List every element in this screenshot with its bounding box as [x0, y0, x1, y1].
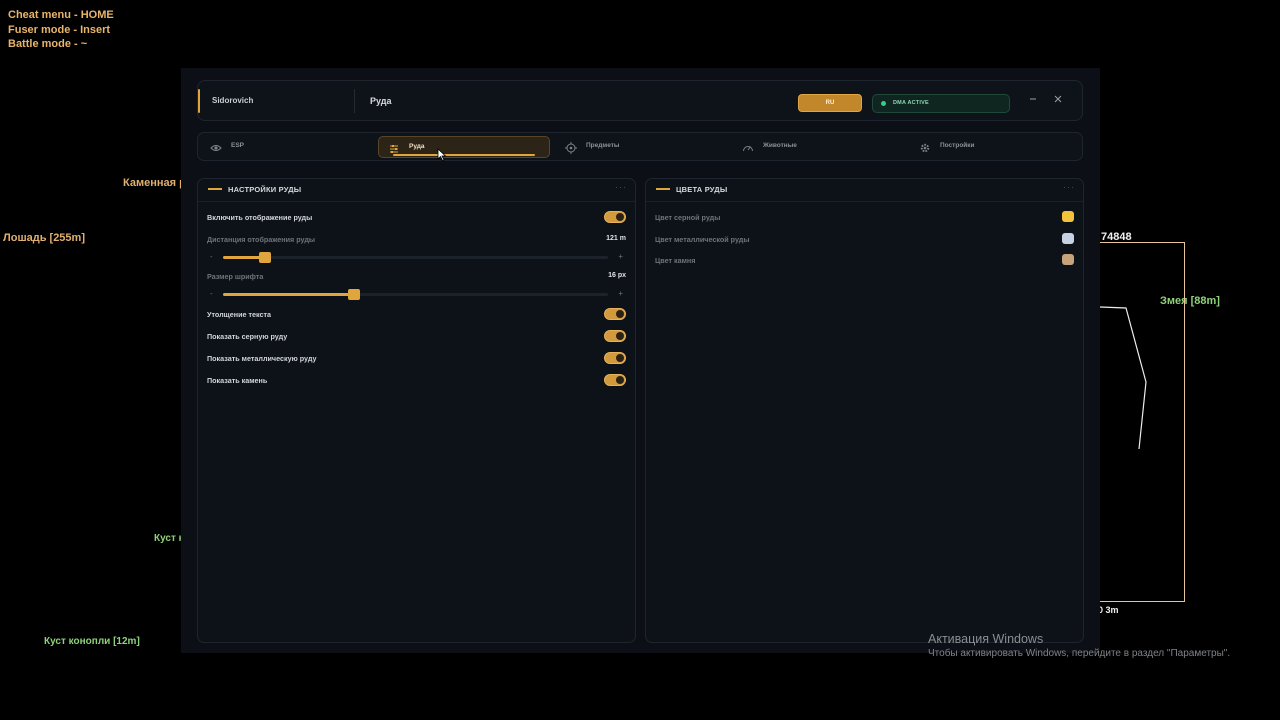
language-button[interactable]: RU: [798, 94, 862, 112]
stone-color-swatch[interactable]: [1062, 254, 1074, 265]
setting-label: Включить отображение руды: [207, 213, 313, 222]
tab-esp[interactable]: ESP: [201, 136, 373, 158]
dma-status-badge: DMA ACTIVE: [872, 94, 1010, 113]
decrease-button[interactable]: -: [210, 289, 213, 299]
hotkey-battle-mode: Battle mode - ~: [8, 38, 88, 50]
toggle-knob: [616, 354, 624, 362]
setting-row-stone: Показать камень: [207, 374, 626, 388]
esp-hemp-label: Куст конопли [12m]: [44, 636, 140, 647]
color-label: Цвет серной руды: [655, 213, 721, 222]
close-icon[interactable]: [1050, 91, 1066, 111]
card-header: НАСТРОЙКИ РУДЫ ···: [198, 179, 635, 202]
title-accent: [656, 188, 670, 190]
increase-button[interactable]: +: [618, 252, 623, 262]
setting-row-enable: Включить отображение руды: [207, 211, 626, 225]
setting-label: Показать металлическую руду: [207, 354, 317, 363]
windows-activation-text: Чтобы активировать Windows, перейдите в …: [928, 648, 1231, 659]
setting-row-distance: Дистанция отображения руды 121 m: [207, 233, 626, 247]
tab-ore[interactable]: Руда: [378, 136, 550, 158]
gear-icon: [919, 141, 931, 153]
status-dot-icon: [881, 101, 886, 106]
toggle-knob: [616, 332, 624, 340]
increase-button[interactable]: +: [618, 289, 623, 299]
username: Sidorovich: [212, 96, 254, 105]
sulfur-ore-toggle[interactable]: [604, 330, 626, 342]
mouse-cursor-icon: [437, 148, 447, 162]
setting-row-bold: Утолщение текста: [207, 308, 626, 322]
windows-activation-title: Активация Windows: [928, 632, 1044, 646]
more-icon[interactable]: ···: [615, 182, 627, 192]
slider-track[interactable]: [223, 252, 608, 263]
distance-value: 121 m: [606, 235, 626, 242]
toggle-knob: [616, 310, 624, 318]
tab-label: Постройки: [940, 142, 975, 149]
stone-toggle[interactable]: [604, 374, 626, 386]
color-row-stone: Цвет камня: [655, 254, 1074, 268]
tab-buildings[interactable]: Постройки: [910, 136, 1082, 158]
header-accent: [198, 89, 200, 113]
esp-stone-label: Каменная р: [123, 177, 186, 189]
header-divider: [354, 89, 355, 113]
card-header: ЦВЕТА РУДЫ ···: [646, 179, 1083, 202]
tab-bar: ESP Руда Предметы Животные Постройки: [197, 132, 1083, 161]
esp-horse-label: Лошадь [255m]: [3, 232, 85, 244]
tab-label: Предметы: [586, 142, 620, 149]
tab-items[interactable]: Предметы: [556, 136, 728, 158]
enable-ore-toggle[interactable]: [604, 211, 626, 223]
setting-label: Утолщение текста: [207, 310, 272, 319]
decrease-button[interactable]: -: [210, 252, 213, 262]
sulfur-color-swatch[interactable]: [1062, 211, 1074, 222]
setting-row-font-size: Размер шрифта 16 px: [207, 270, 626, 284]
page-title: Руда: [370, 96, 392, 106]
cheat-panel: Sidorovich Руда RU DMA ACTIVE ESP Руда П…: [181, 68, 1100, 653]
slider-thumb[interactable]: [259, 252, 272, 263]
active-tab-indicator: [393, 154, 535, 156]
hotkey-fuser-mode: Fuser mode - Insert: [8, 23, 111, 36]
toggle-knob: [616, 376, 624, 384]
slider-fill: [223, 293, 354, 296]
card-title: НАСТРОЙКИ РУДЫ: [228, 185, 302, 194]
esp-distance-label: 0 3m: [1098, 605, 1119, 615]
esp-bush-label: Куст к: [154, 533, 184, 544]
setting-label: Показать камень: [207, 376, 268, 385]
gauge-icon: [742, 141, 754, 153]
setting-row-sulfur: Показать серную руду: [207, 330, 626, 344]
hotkey-hints: Cheat menu - HOME Fuser mode - Insert Ba…: [8, 8, 114, 52]
header-bar: Sidorovich Руда RU DMA ACTIVE: [197, 80, 1083, 121]
font-size-slider: - +: [207, 289, 626, 300]
tab-label: ESP: [231, 142, 245, 149]
esp-skeleton-line: [1100, 306, 1147, 450]
distance-slider: - +: [207, 252, 626, 263]
bold-text-toggle[interactable]: [604, 308, 626, 320]
more-icon[interactable]: ···: [1063, 182, 1075, 192]
slider-track[interactable]: [223, 289, 608, 300]
color-label: Цвет металлической руды: [655, 235, 750, 244]
ore-colors-card: ЦВЕТА РУДЫ ··· Цвет серной руды Цвет мет…: [645, 178, 1084, 643]
color-label: Цвет камня: [655, 256, 696, 265]
setting-label: Показать серную руду: [207, 332, 288, 341]
color-row-sulfur: Цвет серной руды: [655, 211, 1074, 225]
font-size-value: 16 px: [608, 272, 626, 279]
tab-label: Животные: [763, 142, 797, 149]
card-title: ЦВЕТА РУДЫ: [676, 185, 728, 194]
color-row-metal: Цвет металлической руды: [655, 233, 1074, 247]
title-accent: [208, 188, 222, 190]
ore-settings-card: НАСТРОЙКИ РУДЫ ··· Включить отображение …: [197, 178, 636, 643]
toggle-knob: [616, 213, 624, 221]
tab-label: Руда: [409, 143, 425, 150]
metal-color-swatch[interactable]: [1062, 233, 1074, 244]
setting-row-metal: Показать металлическую руду: [207, 352, 626, 366]
setting-label: Размер шрифта: [207, 272, 264, 281]
sliders-icon: [388, 142, 400, 154]
tab-animals[interactable]: Животные: [733, 136, 905, 158]
metal-ore-toggle[interactable]: [604, 352, 626, 364]
hotkey-cheat-menu: Cheat menu - HOME: [8, 9, 114, 21]
setting-label: Дистанция отображения руды: [207, 235, 316, 244]
minimize-icon[interactable]: [1025, 91, 1041, 111]
dma-status-text: DMA ACTIVE: [893, 100, 929, 106]
crosshair-icon: [565, 141, 577, 154]
slider-thumb[interactable]: [347, 289, 360, 300]
eye-icon: [210, 141, 222, 153]
